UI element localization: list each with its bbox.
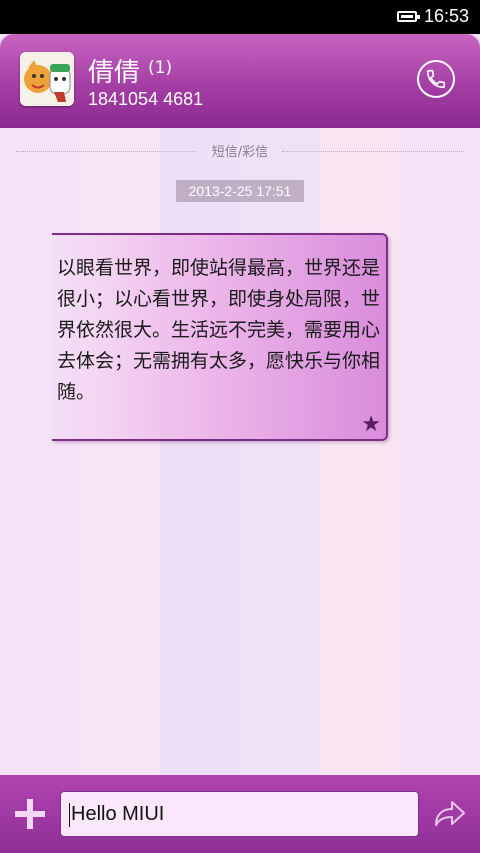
text-caret: [69, 802, 70, 827]
message-input-value: Hello MIUI: [71, 803, 165, 825]
compose-bar: Hello MIUI: [0, 775, 480, 853]
status-time: 16:53: [424, 6, 470, 26]
contact-phone-number: 1841054 4681: [88, 89, 204, 109]
message-type-divider: 短信/彩信: [0, 141, 480, 160]
message-bubble[interactable]: 以眼看世界，即使站得最高，世界还是很小；以心看世界，即使身处局限，世界依然很大。…: [52, 233, 388, 441]
message-text: 以眼看世界，即使站得最高，世界还是很小；以心看世界，即使身处局限，世界依然很大。…: [57, 257, 381, 403]
add-attachment-button[interactable]: [15, 799, 45, 829]
phone-icon: [426, 69, 446, 89]
call-button[interactable]: [417, 60, 455, 98]
send-button[interactable]: [432, 797, 468, 831]
avatar[interactable]: [20, 52, 74, 106]
unread-count: (1): [148, 58, 173, 78]
battery-icon: [397, 11, 420, 22]
send-arrow-icon: [435, 801, 465, 826]
star-icon[interactable]: ★: [361, 412, 381, 437]
message-thread[interactable]: 短信/彩信 2013-2-25 17:51 以眼看世界，即使站得最高，世界还是很…: [0, 128, 480, 775]
conversation-header: 倩倩 (1) 1841054 4681: [0, 34, 480, 128]
contact-name: 倩倩: [88, 58, 141, 88]
message-input[interactable]: Hello MIUI: [60, 791, 419, 837]
message-timestamp: 2013-2-25 17:51: [176, 180, 304, 202]
status-bar: 16:53: [0, 0, 480, 34]
divider-label: 短信/彩信: [205, 145, 275, 160]
